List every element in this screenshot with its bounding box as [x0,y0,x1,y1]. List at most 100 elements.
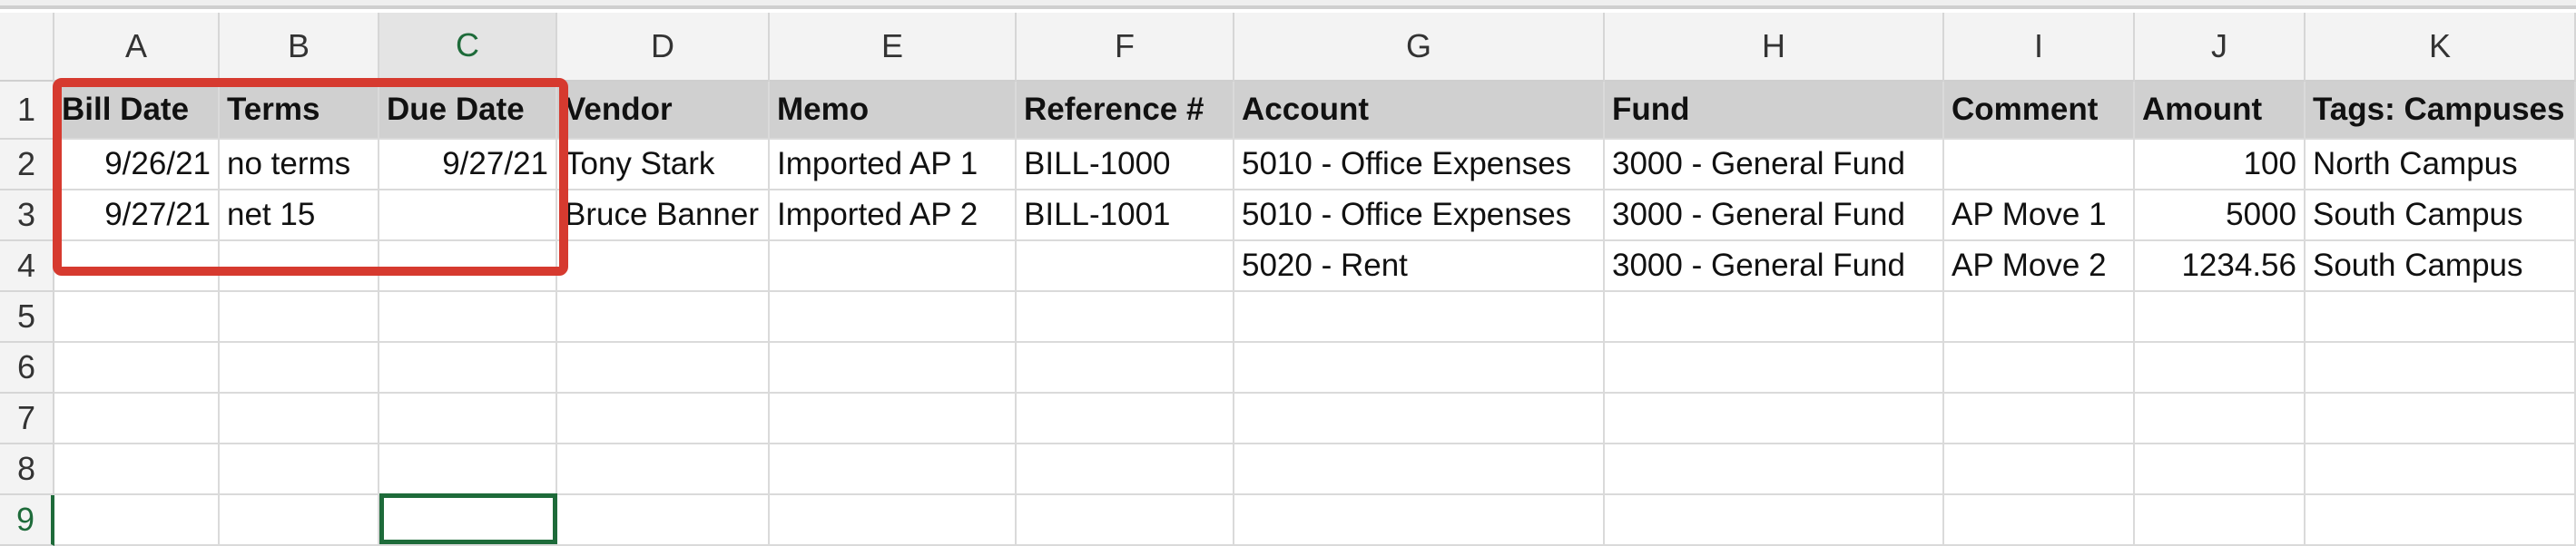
cell-k3[interactable]: South Campus [2306,190,2576,241]
cell-h8[interactable] [1605,444,1944,495]
cell-g4[interactable]: 5020 - Rent [1234,241,1605,292]
cell-a5[interactable] [54,292,220,343]
cell-j7[interactable] [2135,394,2306,444]
cell-c6[interactable] [379,343,557,394]
cell-d1[interactable]: Vendor [557,82,770,140]
cell-e5[interactable] [770,292,1017,343]
cell-h6[interactable] [1605,343,1944,394]
cell-j3[interactable]: 5000 [2135,190,2306,241]
row-header-2[interactable]: 2 [0,140,54,190]
row-header-3[interactable]: 3 [0,190,54,241]
cell-e4[interactable] [770,241,1017,292]
cell-c5[interactable] [379,292,557,343]
cell-j8[interactable] [2135,444,2306,495]
row-header-7[interactable]: 7 [0,394,54,444]
cell-b8[interactable] [220,444,379,495]
row-header-1[interactable]: 1 [0,82,54,140]
column-header-k[interactable]: K [2306,13,2576,82]
cell-g5[interactable] [1234,292,1605,343]
cell-e1[interactable]: Memo [770,82,1017,140]
cell-g7[interactable] [1234,394,1605,444]
cell-f1[interactable]: Reference # [1017,82,1234,140]
cell-k6[interactable] [2306,343,2576,394]
cell-a7[interactable] [54,394,220,444]
cell-d8[interactable] [557,444,770,495]
cell-f5[interactable] [1017,292,1234,343]
column-header-b[interactable]: B [220,13,379,82]
cell-d3[interactable]: Bruce Banner [557,190,770,241]
row-header-8[interactable]: 8 [0,444,54,495]
cell-d5[interactable] [557,292,770,343]
column-header-d[interactable]: D [557,13,770,82]
cell-k2[interactable]: North Campus [2306,140,2576,190]
cell-e9[interactable] [770,495,1017,546]
cell-i8[interactable] [1944,444,2135,495]
cell-h3[interactable]: 3000 - General Fund [1605,190,1944,241]
cell-f7[interactable] [1017,394,1234,444]
cell-h7[interactable] [1605,394,1944,444]
cell-i5[interactable] [1944,292,2135,343]
cell-f9[interactable] [1017,495,1234,546]
cell-h4[interactable]: 3000 - General Fund [1605,241,1944,292]
cell-i4[interactable]: AP Move 2 [1944,241,2135,292]
cell-e8[interactable] [770,444,1017,495]
cell-d6[interactable] [557,343,770,394]
column-header-f[interactable]: F [1017,13,1234,82]
cell-k5[interactable] [2306,292,2576,343]
cell-k4[interactable]: South Campus [2306,241,2576,292]
cell-i2[interactable] [1944,140,2135,190]
cell-g9[interactable] [1234,495,1605,546]
cell-f6[interactable] [1017,343,1234,394]
cell-j5[interactable] [2135,292,2306,343]
cell-j2[interactable]: 100 [2135,140,2306,190]
cell-d9[interactable] [557,495,770,546]
cell-f8[interactable] [1017,444,1234,495]
cell-h1[interactable]: Fund [1605,82,1944,140]
cell-h2[interactable]: 3000 - General Fund [1605,140,1944,190]
cell-b5[interactable] [220,292,379,343]
cell-j6[interactable] [2135,343,2306,394]
select-all-corner[interactable] [0,13,54,82]
cell-g1[interactable]: Account [1234,82,1605,140]
cell-e7[interactable] [770,394,1017,444]
column-header-h[interactable]: H [1605,13,1944,82]
column-header-i[interactable]: I [1944,13,2135,82]
cell-g2[interactable]: 5010 - Office Expenses [1234,140,1605,190]
cell-i7[interactable] [1944,394,2135,444]
cell-k8[interactable] [2306,444,2576,495]
cell-f2[interactable]: BILL-1000 [1017,140,1234,190]
cell-d4[interactable] [557,241,770,292]
cell-i9[interactable] [1944,495,2135,546]
row-header-4[interactable]: 4 [0,241,54,292]
cell-c8[interactable] [379,444,557,495]
cell-e3[interactable]: Imported AP 2 [770,190,1017,241]
cell-e6[interactable] [770,343,1017,394]
cell-j4[interactable]: 1234.56 [2135,241,2306,292]
cell-g3[interactable]: 5010 - Office Expenses [1234,190,1605,241]
row-header-9[interactable]: 9 [0,495,54,546]
cell-i1[interactable]: Comment [1944,82,2135,140]
column-header-e[interactable]: E [770,13,1017,82]
row-header-6[interactable]: 6 [0,343,54,394]
column-header-c[interactable]: C [379,13,557,82]
cell-k9[interactable] [2306,495,2576,546]
cell-a6[interactable] [54,343,220,394]
row-header-5[interactable]: 5 [0,292,54,343]
cell-f3[interactable]: BILL-1001 [1017,190,1234,241]
column-header-a[interactable]: A [54,13,220,82]
cell-a8[interactable] [54,444,220,495]
column-header-g[interactable]: G [1234,13,1605,82]
cell-b6[interactable] [220,343,379,394]
cell-h9[interactable] [1605,495,1944,546]
cell-i6[interactable] [1944,343,2135,394]
cell-b9[interactable] [220,495,379,546]
cell-g6[interactable] [1234,343,1605,394]
cell-a9[interactable] [54,495,220,546]
cell-g8[interactable] [1234,444,1605,495]
cell-i3[interactable]: AP Move 1 [1944,190,2135,241]
column-header-j[interactable]: J [2135,13,2306,82]
cell-k7[interactable] [2306,394,2576,444]
cell-j1[interactable]: Amount [2135,82,2306,140]
cell-k1[interactable]: Tags: Campuses [2306,82,2576,140]
cell-f4[interactable] [1017,241,1234,292]
